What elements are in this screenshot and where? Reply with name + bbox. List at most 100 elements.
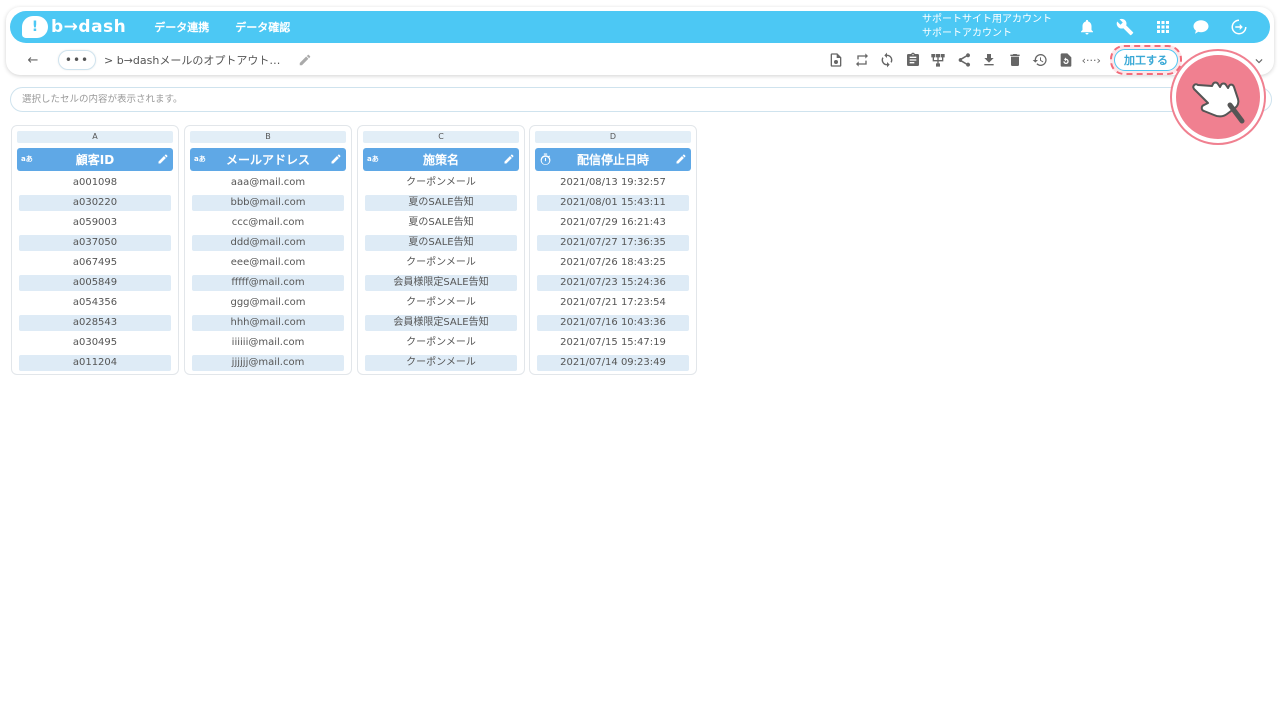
code-icon[interactable]: ‹···› bbox=[1079, 49, 1105, 71]
cell-content-bar bbox=[10, 87, 1272, 112]
table-cell[interactable]: 2021/07/29 16:21:43 bbox=[537, 215, 689, 231]
column-header-label: 施策名 bbox=[422, 153, 459, 167]
table-cell[interactable]: 夏のSALE告知 bbox=[365, 195, 517, 211]
column-header-label: 顧客ID bbox=[75, 153, 115, 167]
logo[interactable]: ! b→dash bbox=[22, 16, 126, 38]
table-cell[interactable]: 2021/08/01 15:43:11 bbox=[537, 195, 689, 211]
edit-column-pencil-icon[interactable] bbox=[675, 153, 687, 165]
table-cell[interactable]: 会員様限定SALE告知 bbox=[365, 315, 517, 331]
process-button[interactable]: 加工する bbox=[1114, 49, 1178, 71]
nav-data-check[interactable]: データ確認 bbox=[235, 19, 290, 35]
column-header[interactable]: aあ 施策名 bbox=[363, 148, 519, 171]
chat-support-icon[interactable] bbox=[1182, 11, 1220, 43]
table-cell[interactable]: 2021/07/16 10:43:36 bbox=[537, 315, 689, 331]
table-cell[interactable]: ggg@mail.com bbox=[192, 295, 344, 311]
column-d: D 配信停止日時 2021/08/13 19:32:57 2021/08/01 15:… bbox=[529, 125, 697, 375]
column-letter[interactable]: B bbox=[190, 131, 346, 143]
table-cell[interactable]: クーポンメール bbox=[365, 335, 517, 351]
table-cell[interactable]: eee@mail.com bbox=[192, 255, 344, 271]
file-refresh-icon[interactable] bbox=[1053, 49, 1079, 71]
chevron-down-icon[interactable] bbox=[1252, 53, 1266, 67]
table-cell[interactable]: a059003 bbox=[19, 215, 171, 231]
column-letter[interactable]: D bbox=[535, 131, 691, 143]
table-cell[interactable]: hhh@mail.com bbox=[192, 315, 344, 331]
back-button[interactable]: ← bbox=[22, 49, 44, 71]
string-type-icon: aあ bbox=[21, 155, 33, 163]
hierarchy-icon[interactable] bbox=[926, 49, 952, 71]
top-navbar: ! b→dash データ連携 データ確認 サポートサイト用アカウント サポートア… bbox=[10, 11, 1270, 43]
table-cell[interactable]: 2021/07/23 15:24:36 bbox=[537, 275, 689, 291]
code-label: ‹···› bbox=[1081, 53, 1101, 67]
wrench-icon[interactable] bbox=[1106, 11, 1144, 43]
column-header[interactable]: aあ メールアドレス bbox=[190, 148, 346, 171]
edit-column-pencil-icon[interactable] bbox=[503, 153, 515, 165]
header-card: ! b→dash データ連携 データ確認 サポートサイト用アカウント サポートア… bbox=[6, 7, 1274, 75]
table-cell[interactable]: a011204 bbox=[19, 355, 171, 371]
table-cell[interactable]: jjjjjj@mail.com bbox=[192, 355, 344, 371]
table-cell[interactable]: a005849 bbox=[19, 275, 171, 291]
table-cell[interactable]: a030495 bbox=[19, 335, 171, 351]
repeat-icon[interactable] bbox=[849, 49, 875, 71]
table-cell[interactable]: 2021/07/15 15:47:19 bbox=[537, 335, 689, 351]
column-header[interactable]: aあ 顧客ID bbox=[17, 148, 173, 171]
logo-mark: ! bbox=[22, 16, 48, 38]
table-cell[interactable]: a037050 bbox=[19, 235, 171, 251]
column-a: Aaあ 顧客ID a001098 a030220 a059003 a037050 a0674… bbox=[11, 125, 179, 375]
table-cell[interactable]: クーポンメール bbox=[365, 355, 517, 371]
pointing-hand-icon bbox=[1172, 51, 1264, 143]
column-b: Baあ メールアドレス aaa@mail.com bbb@mail.com ccc@ma… bbox=[184, 125, 352, 375]
column-header-label: メールアドレス bbox=[225, 153, 310, 167]
table-cell[interactable]: aaa@mail.com bbox=[192, 175, 344, 191]
toolbar: ← ••• > b→dashメールのオプトアウト… ‹···› 加工する bbox=[6, 45, 1274, 75]
edit-column-pencil-icon[interactable] bbox=[157, 153, 169, 165]
table-cell[interactable]: 2021/08/13 19:32:57 bbox=[537, 175, 689, 191]
clipboard-icon[interactable] bbox=[900, 49, 926, 71]
breadcrumb[interactable]: > b→dashメールのオプトアウト… bbox=[104, 52, 280, 68]
table-cell[interactable]: 夏のSALE告知 bbox=[365, 215, 517, 231]
table-cell[interactable]: bbb@mail.com bbox=[192, 195, 344, 211]
sync-icon[interactable] bbox=[875, 49, 901, 71]
share-icon[interactable] bbox=[951, 49, 977, 71]
table-cell[interactable]: a054356 bbox=[19, 295, 171, 311]
file-settings-icon[interactable] bbox=[824, 49, 850, 71]
table-cell[interactable]: iiiiii@mail.com bbox=[192, 335, 344, 351]
nav-data-integration[interactable]: データ連携 bbox=[154, 19, 209, 35]
column-header[interactable]: 配信停止日時 bbox=[535, 148, 691, 171]
table-cell[interactable]: a030220 bbox=[19, 195, 171, 211]
table-cell[interactable]: 2021/07/14 09:23:49 bbox=[537, 355, 689, 371]
table-cell[interactable]: クーポンメール bbox=[365, 175, 517, 191]
process-button-highlight: 加工する bbox=[1110, 45, 1182, 75]
table-cell[interactable]: クーポンメール bbox=[365, 295, 517, 311]
account-info[interactable]: サポートサイト用アカウント サポートアカウント bbox=[922, 13, 1052, 41]
table-cell[interactable]: fffff@mail.com bbox=[192, 275, 344, 291]
string-type-icon: aあ bbox=[194, 155, 206, 163]
breadcrumb-more-button[interactable]: ••• bbox=[58, 50, 96, 70]
table-cell[interactable]: a028543 bbox=[19, 315, 171, 331]
table-cell[interactable]: 2021/07/27 17:36:35 bbox=[537, 235, 689, 251]
account-site-name: サポートサイト用アカウント bbox=[922, 14, 1052, 25]
column-letter[interactable]: C bbox=[363, 131, 519, 143]
table-cell[interactable]: a001098 bbox=[19, 175, 171, 191]
column-c: Caあ 施策名クーポンメール 夏のSALE告知 夏のSALE告知 夏のSALE告知 クーポ… bbox=[357, 125, 525, 375]
edit-column-pencil-icon[interactable] bbox=[330, 153, 342, 165]
table-cell[interactable]: クーポンメール bbox=[365, 255, 517, 271]
apps-grid-icon[interactable] bbox=[1144, 11, 1182, 43]
trash-icon[interactable] bbox=[1002, 49, 1028, 71]
table-cell[interactable]: 会員様限定SALE告知 bbox=[365, 275, 517, 291]
history-icon[interactable] bbox=[1028, 49, 1054, 71]
cell-content-input[interactable] bbox=[22, 94, 1122, 105]
table-cell[interactable]: 2021/07/21 17:23:54 bbox=[537, 295, 689, 311]
account-name: サポートアカウント bbox=[922, 28, 1012, 39]
bell-icon[interactable] bbox=[1068, 11, 1106, 43]
rename-pencil-icon[interactable] bbox=[298, 52, 314, 68]
datetime-type-icon bbox=[540, 153, 551, 165]
table-cell[interactable]: ddd@mail.com bbox=[192, 235, 344, 251]
table-cell[interactable]: ccc@mail.com bbox=[192, 215, 344, 231]
table-cell[interactable]: 夏のSALE告知 bbox=[365, 235, 517, 251]
table-cell[interactable]: 2021/07/26 18:43:25 bbox=[537, 255, 689, 271]
logout-icon[interactable] bbox=[1220, 11, 1258, 43]
table-cell[interactable]: a067495 bbox=[19, 255, 171, 271]
logo-text: b→dash bbox=[51, 17, 127, 37]
download-icon[interactable] bbox=[977, 49, 1003, 71]
column-letter[interactable]: A bbox=[17, 131, 173, 143]
